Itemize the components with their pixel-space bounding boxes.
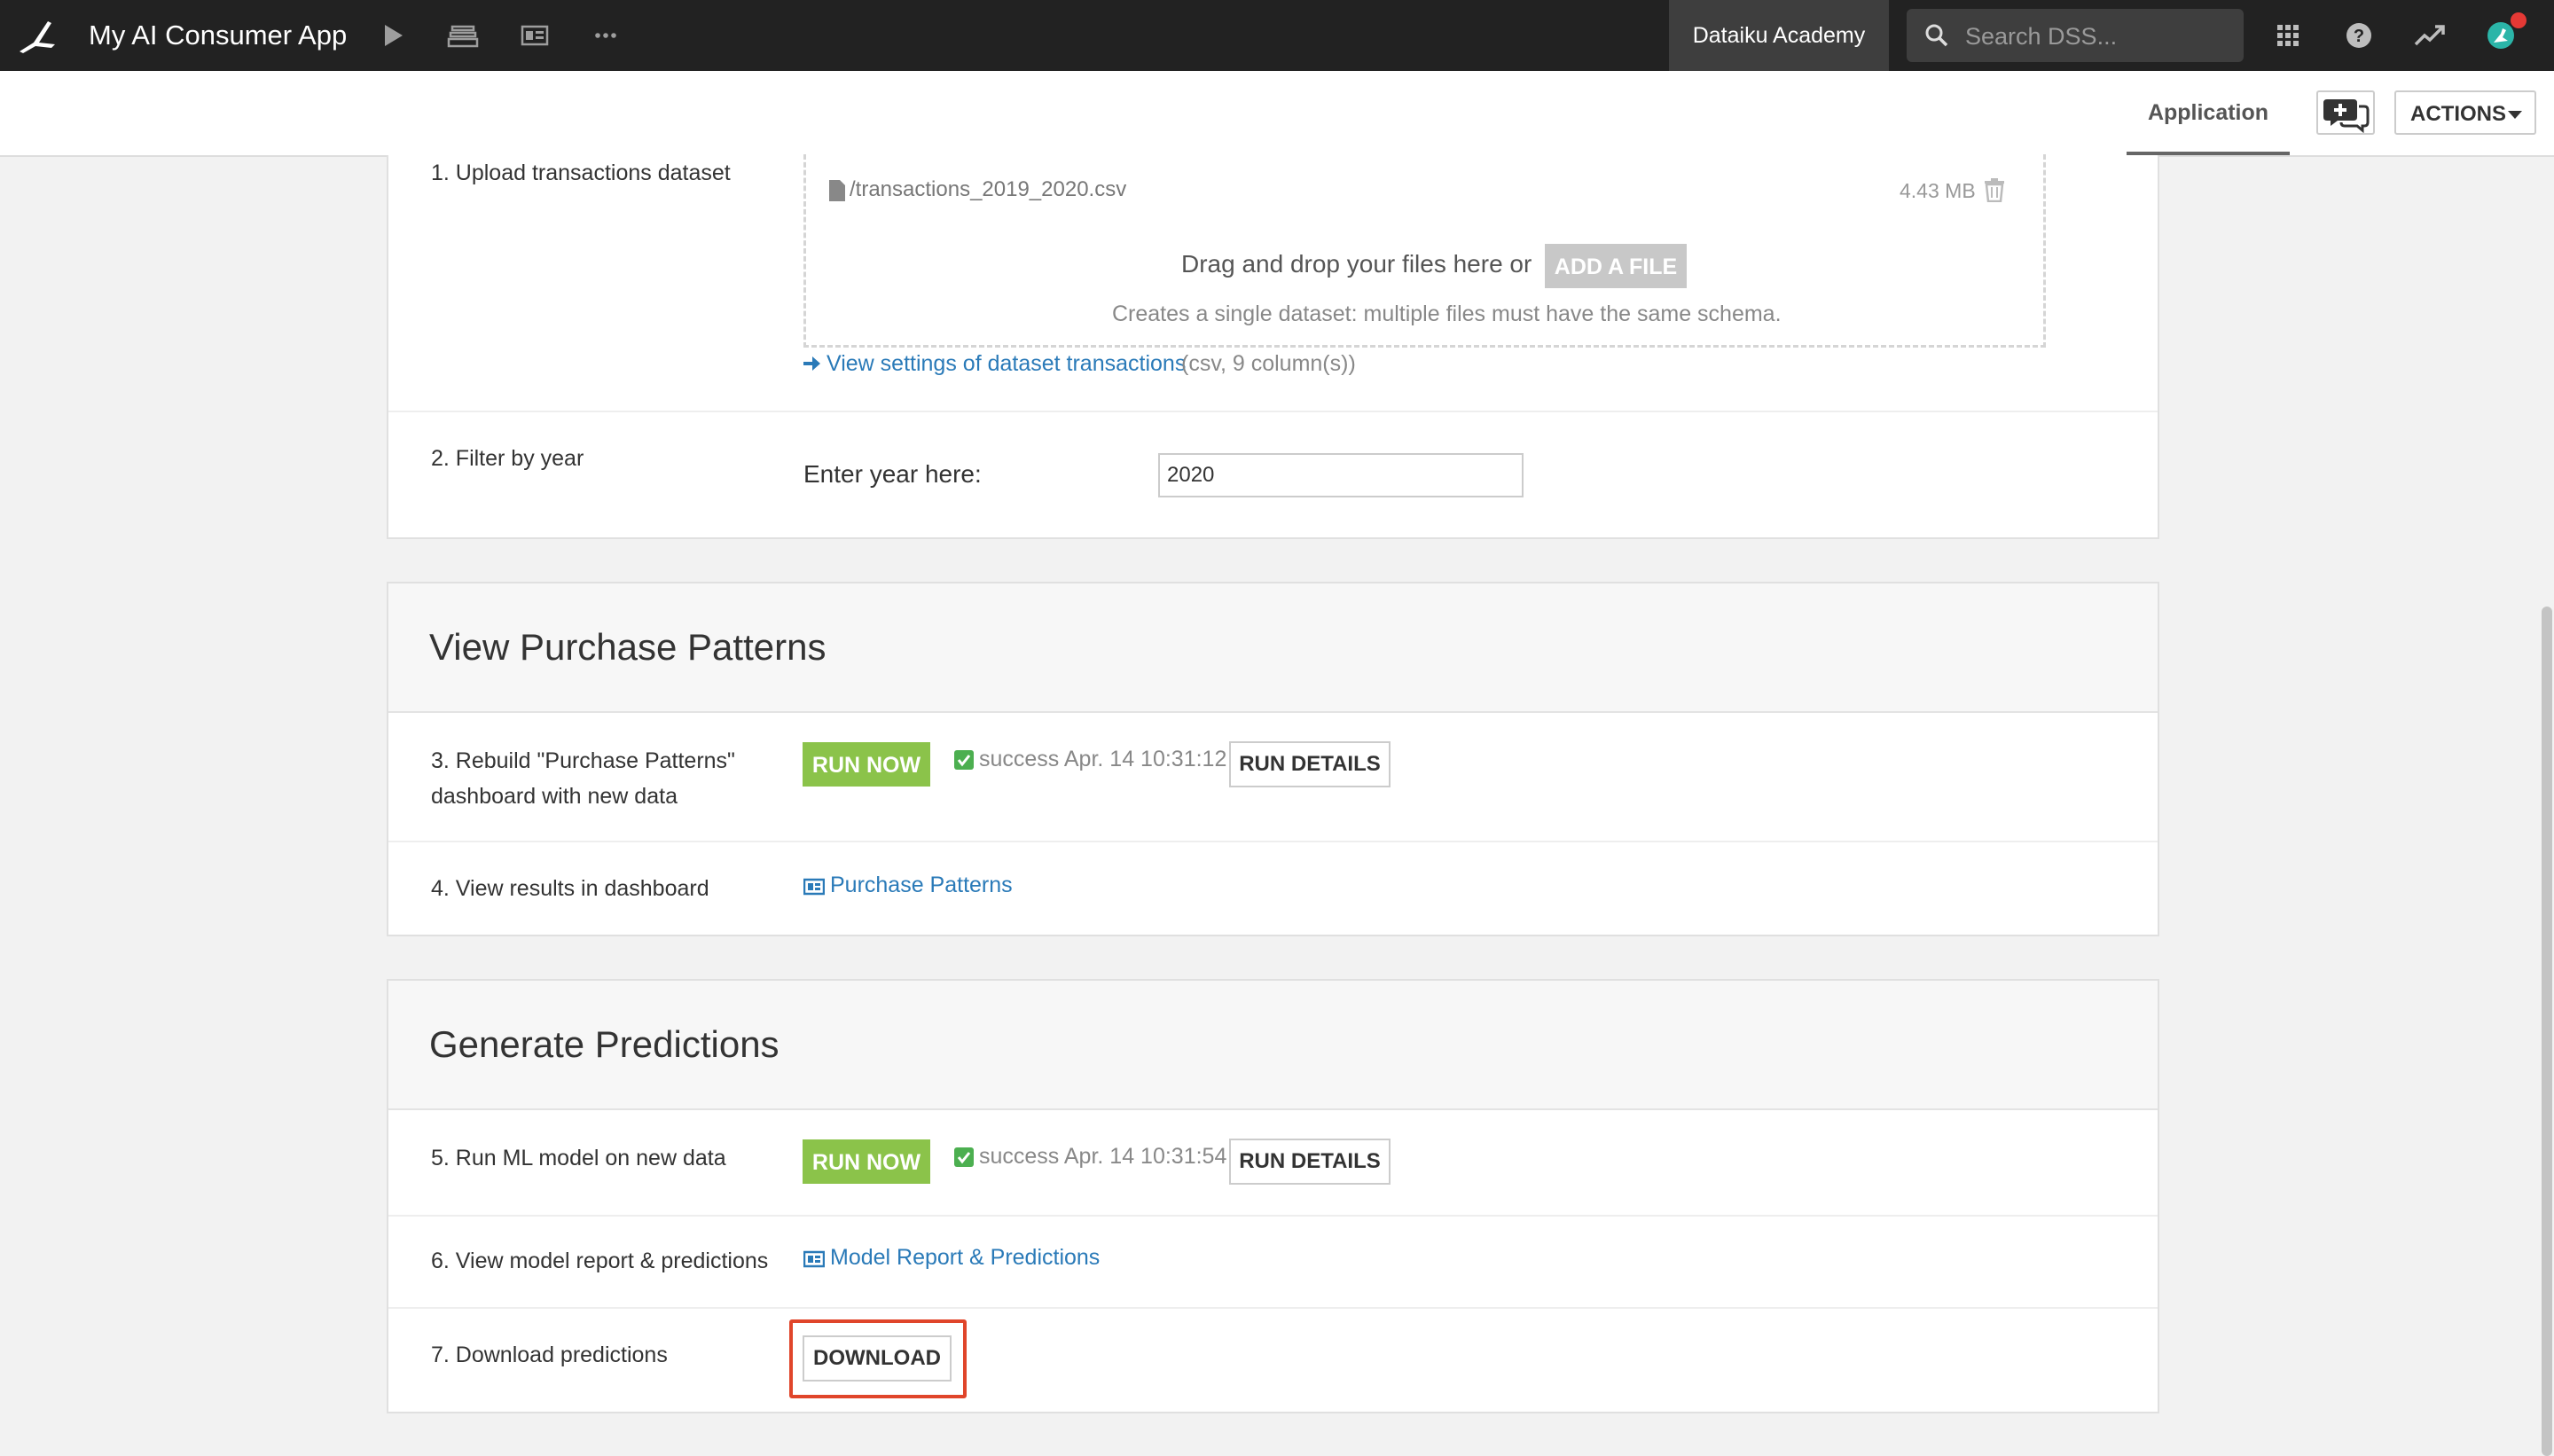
step-run-model-label: 5. Run ML model on new data — [431, 1146, 726, 1170]
trend-icon[interactable] — [2412, 18, 2448, 53]
predictions-panel: Generate Predictions 5. Run ML model on … — [387, 979, 2159, 1413]
scrollbar[interactable] — [2542, 607, 2552, 1456]
step-rebuild-label-line2: dashboard with new data — [431, 784, 678, 809]
app-title[interactable]: My AI Consumer App — [89, 0, 347, 71]
search-icon — [1925, 24, 1948, 47]
divider — [388, 1307, 2158, 1309]
tab-application[interactable]: Application — [2127, 71, 2290, 155]
schema-note: Creates a single dataset: multiple files… — [1112, 301, 1782, 326]
drop-instructions: Drag and drop your files here or — [1181, 250, 1532, 278]
divider — [388, 1215, 2158, 1217]
discussion-button[interactable] — [2316, 90, 2375, 135]
actions-dropdown[interactable]: ACTIONS — [2394, 90, 2536, 135]
section-header: Generate Predictions — [388, 981, 2158, 1110]
top-navigation-bar: My AI Consumer App Dataiku Academy ? — [0, 0, 2554, 71]
divider — [388, 841, 2158, 842]
step-rebuild-label-line1: 3. Rebuild "Purchase Patterns" — [431, 748, 735, 773]
dataset-settings-link[interactable]: View settings of dataset transactions — [827, 351, 1186, 377]
notification-badge — [2511, 12, 2527, 28]
section-header: View Purchase Patterns — [388, 583, 2158, 713]
search-box[interactable] — [1907, 9, 2244, 64]
actions-label: ACTIONS — [2410, 102, 2506, 126]
help-icon[interactable]: ? — [2341, 18, 2377, 53]
caret-down-icon — [2508, 111, 2522, 119]
step-filter-label: 2. Filter by year — [431, 446, 584, 471]
dashboard-icon — [803, 1250, 825, 1268]
section-title-generate-predictions: Generate Predictions — [429, 1023, 780, 1065]
more-icon[interactable] — [588, 18, 623, 53]
file-size: 4.43 MB — [1900, 179, 1976, 202]
dashboard-icon — [803, 878, 825, 896]
run-details-button-rebuild[interactable]: RUN DETAILS — [1229, 741, 1391, 787]
run-now-button-model[interactable]: RUN NOW — [803, 1139, 930, 1184]
play-icon[interactable] — [374, 18, 410, 53]
run-details-button-model[interactable]: RUN DETAILS — [1229, 1139, 1391, 1185]
arrow-right-icon — [803, 356, 820, 371]
purchase-patterns-dashboard-link[interactable]: Purchase Patterns — [830, 873, 1013, 898]
check-icon — [954, 750, 974, 770]
file-icon — [829, 180, 845, 201]
year-input[interactable] — [1158, 453, 1524, 497]
dashboard-icon[interactable] — [517, 18, 552, 53]
app-header-bar: Application ACTIONS — [0, 71, 2554, 157]
download-button[interactable]: DOWNLOAD — [803, 1335, 952, 1382]
step-view-report-label: 6. View model report & predictions — [431, 1249, 769, 1273]
step-download-label: 7. Download predictions — [431, 1342, 668, 1367]
trash-icon[interactable] — [1983, 177, 2006, 202]
section-title-purchase-patterns: View Purchase Patterns — [429, 626, 827, 668]
divider — [388, 411, 2158, 412]
step-view-results-label: 4. View results in dashboard — [431, 876, 709, 901]
run-now-button-rebuild[interactable]: RUN NOW — [803, 742, 930, 787]
step-upload-label: 1. Upload transactions dataset — [431, 160, 731, 185]
svg-text:?: ? — [2354, 27, 2364, 46]
stack-icon[interactable] — [445, 18, 481, 53]
status-text-rebuild: success Apr. 14 10:31:12 — [979, 747, 1227, 771]
dataiku-academy-label[interactable]: Dataiku Academy — [1669, 0, 1889, 71]
grid-apps-icon[interactable] — [2270, 18, 2306, 53]
uploaded-file-name: /transactions_2019_2020.csv — [850, 177, 1127, 201]
year-input-label: Enter year here: — [803, 460, 982, 488]
discussion-icon — [2323, 99, 2370, 134]
add-file-button[interactable]: ADD A FILE — [1545, 244, 1687, 288]
model-report-link[interactable]: Model Report & Predictions — [830, 1245, 1100, 1271]
step-rebuild-label: 3. Rebuild "Purchase Patterns" dashboard… — [431, 743, 735, 814]
status-text-model: success Apr. 14 10:31:54 — [979, 1144, 1227, 1169]
search-input[interactable] — [1963, 9, 2233, 64]
bird-logo-icon[interactable] — [16, 16, 59, 55]
check-icon — [954, 1147, 974, 1167]
dataset-meta: (csv, 9 column(s)) — [1181, 351, 1356, 376]
